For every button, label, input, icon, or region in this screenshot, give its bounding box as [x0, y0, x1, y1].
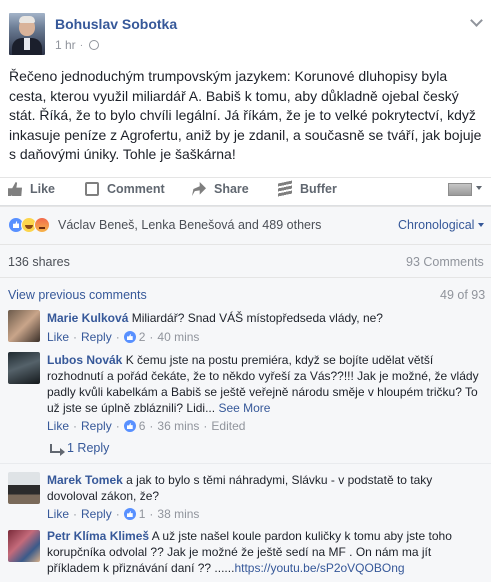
comments-count[interactable]: 93 Comments [406, 255, 484, 269]
reactions-bar: Václav Beneš, Lenka Benešová and 489 oth… [0, 206, 491, 244]
commenter-name[interactable]: Petr Klíma Klimeš [47, 529, 149, 543]
comment-meta: Like · Reply · 6 · 36 mins · Edited [47, 419, 246, 433]
share-icon [192, 182, 206, 196]
comment-text: Petr Klíma Klimeš A už jste našel koule … [47, 529, 452, 575]
thumbs-up-icon [8, 182, 22, 196]
caret-down-icon[interactable] [478, 223, 484, 227]
page-avatar-selector[interactable] [448, 183, 472, 196]
action-bar: Like Comment Share Buffer [0, 177, 491, 205]
post-card: Bohuslav Sobotka 1 hr · Řečeno jednoduch… [0, 0, 491, 206]
commenter-avatar[interactable] [8, 352, 40, 384]
comment-like-count[interactable]: 1 [139, 507, 146, 521]
post-meta: 1 hr · [55, 38, 100, 52]
chevron-down-icon[interactable] [470, 14, 483, 27]
comments-pager: 49 of 93 [440, 288, 486, 302]
comment-reply-link[interactable]: Reply [81, 507, 112, 521]
commenter-avatar[interactable] [8, 310, 40, 342]
reaction-icons[interactable] [8, 217, 50, 233]
buffer-button[interactable]: Buffer [278, 180, 337, 198]
commenter-avatar[interactable] [8, 530, 40, 562]
angry-reaction-icon [34, 217, 50, 233]
comment-time[interactable]: 40 mins [157, 330, 199, 344]
comments-list: Marie Kulková Miliardář? Snad VÁŠ místop… [0, 306, 491, 582]
author-name[interactable]: Bohuslav Sobotka [55, 16, 177, 32]
buffer-icon [278, 180, 292, 198]
comment-reply-link[interactable]: Reply [81, 330, 112, 344]
comment-text: Marie Kulková Miliardář? Snad VÁŠ místop… [47, 311, 383, 325]
commenter-name[interactable]: Marie Kulková [47, 311, 128, 325]
public-globe-icon [89, 40, 100, 50]
shares-count[interactable]: 136 shares [8, 255, 70, 269]
comment-order-dropdown[interactable]: Chronological [398, 218, 474, 232]
comment-like-link[interactable]: Like [47, 507, 69, 521]
post-time[interactable]: 1 hr [55, 38, 76, 52]
reaction-names[interactable]: Václav Beneš, Lenka Benešová and 489 oth… [58, 218, 321, 232]
view-previous-bar: View previous comments 49 of 93 [0, 277, 491, 306]
comment-text: Lubos Novák K čemu jste na postu premiér… [47, 353, 479, 415]
like-button[interactable]: Like [8, 182, 55, 196]
author-avatar[interactable] [9, 13, 45, 55]
comment-meta: Like · Reply · 2 · 40 mins [47, 330, 200, 344]
commenter-name[interactable]: Marek Tomek [47, 473, 123, 487]
commenter-name[interactable]: Lubos Novák [47, 353, 122, 367]
comment-like-count[interactable]: 6 [139, 419, 146, 433]
divider [0, 463, 491, 464]
stats-bar: 136 shares 93 Comments [0, 244, 491, 277]
comment-button[interactable]: Comment [85, 182, 165, 196]
share-button[interactable]: Share [192, 182, 249, 196]
like-reaction-icon [123, 420, 136, 432]
youtube-link[interactable]: https://youtu.be/sP2oVQOBOng [234, 561, 404, 575]
caret-down-icon[interactable] [476, 186, 482, 190]
comment-like-link[interactable]: Like [47, 330, 69, 344]
comment-time[interactable]: 38 mins [157, 507, 199, 521]
like-reaction-icon [123, 508, 136, 520]
comment-icon [85, 182, 99, 196]
comment-like-count[interactable]: 2 [139, 330, 146, 344]
comment-time[interactable]: 36 mins [157, 419, 199, 433]
comment-reply-link[interactable]: Reply [81, 419, 112, 433]
post-header: Bohuslav Sobotka 1 hr · [0, 0, 491, 62]
like-reaction-icon [123, 331, 136, 343]
comment-like-link[interactable]: Like [47, 419, 69, 433]
post-body: Řečeno jednoduchým trumpovským jazykem: … [9, 68, 482, 162]
replies-toggle[interactable]: 1 Reply [50, 441, 109, 456]
reply-arrow-icon [50, 443, 65, 456]
comment-meta: Like · Reply · 1 · 38 mins [47, 507, 200, 521]
view-previous-link[interactable]: View previous comments [8, 288, 147, 302]
edited-label[interactable]: Edited [211, 419, 245, 433]
see-more-link[interactable]: See More [218, 401, 270, 415]
commenter-avatar[interactable] [8, 472, 40, 504]
comment-text: Marek Tomek a jak to bylo s těmi náhrady… [47, 473, 433, 503]
